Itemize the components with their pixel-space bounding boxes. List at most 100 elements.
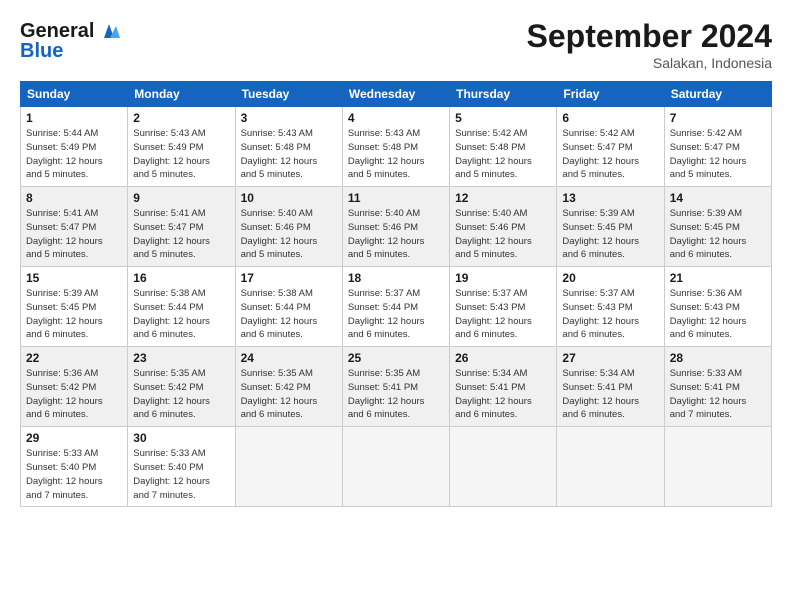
day-number: 17: [241, 271, 337, 285]
day-info-line: Daylight: 12 hours: [241, 155, 337, 169]
calendar-week-row: 8 Sunrise: 5:41 AMSunset: 5:47 PMDaylight…: [21, 187, 772, 267]
day-info-line: Sunset: 5:48 PM: [348, 141, 444, 155]
day-number: 19: [455, 271, 551, 285]
calendar-day-cell: 21Sunrise: 5:36 AMSunset: 5:43 PMDayligh…: [664, 267, 771, 347]
calendar-day-cell: 4Sunrise: 5:43 AMSunset: 5:48 PMDaylight…: [342, 107, 449, 187]
day-info-line: Sunrise: 5:36 AM: [26, 367, 122, 381]
day-info-line: Sunset: 5:46 PM: [455, 221, 551, 235]
day-info-line: Sunrise: 5:40 AM: [455, 207, 551, 221]
day-info-line: Daylight: 12 hours: [670, 395, 766, 409]
day-info-line: Daylight: 12 hours: [133, 315, 229, 329]
day-info-line: Sunrise: 5:39 AM: [670, 207, 766, 221]
calendar-day-cell: 23Sunrise: 5:35 AMSunset: 5:42 PMDayligh…: [128, 347, 235, 427]
day-info-line: Sunset: 5:41 PM: [562, 381, 658, 395]
day-info-line: and 5 minutes.: [670, 168, 766, 182]
day-info: Sunrise: 5:39 AMSunset: 5:45 PMDaylight:…: [670, 207, 766, 262]
day-info-line: Daylight: 12 hours: [241, 235, 337, 249]
day-info-line: Sunset: 5:49 PM: [26, 141, 122, 155]
day-info-line: Sunset: 5:40 PM: [133, 461, 229, 475]
day-info: Sunrise: 5:40 AMSunset: 5:46 PMDaylight:…: [455, 207, 551, 262]
day-info-line: Sunrise: 5:41 AM: [133, 207, 229, 221]
calendar-day-cell: 11Sunrise: 5:40 AMSunset: 5:46 PMDayligh…: [342, 187, 449, 267]
day-number: 8: [26, 191, 122, 205]
day-info-line: Sunset: 5:42 PM: [241, 381, 337, 395]
day-info: Sunrise: 5:35 AMSunset: 5:42 PMDaylight:…: [241, 367, 337, 422]
day-info-line: Daylight: 12 hours: [241, 315, 337, 329]
day-info: Sunrise: 5:43 AMSunset: 5:48 PMDaylight:…: [241, 127, 337, 182]
day-info-line: Daylight: 12 hours: [455, 155, 551, 169]
day-number: 27: [562, 351, 658, 365]
location: Salakan, Indonesia: [527, 55, 772, 71]
day-info-line: Sunset: 5:45 PM: [670, 221, 766, 235]
day-number: 22: [26, 351, 122, 365]
day-info-line: Daylight: 12 hours: [26, 315, 122, 329]
day-number: 28: [670, 351, 766, 365]
calendar-day-cell: 5 Sunrise: 5:42 AMSunset: 5:48 PMDaylight…: [450, 107, 557, 187]
day-info-line: Sunrise: 5:38 AM: [133, 287, 229, 301]
calendar-day-cell: 12 Sunrise: 5:40 AMSunset: 5:46 PMDayligh…: [450, 187, 557, 267]
day-info-line: and 6 minutes.: [562, 328, 658, 342]
day-number: 18: [348, 271, 444, 285]
calendar-day-cell: 9Sunrise: 5:41 AMSunset: 5:47 PMDaylight…: [128, 187, 235, 267]
calendar-day-cell: 17Sunrise: 5:38 AMSunset: 5:44 PMDayligh…: [235, 267, 342, 347]
day-info: Sunrise: 5:33 AMSunset: 5:40 PMDaylight:…: [133, 447, 229, 502]
day-info-line: and 6 minutes.: [133, 328, 229, 342]
day-info: Sunrise: 5:34 AMSunset: 5:41 PMDaylight:…: [562, 367, 658, 422]
day-info-line: Daylight: 12 hours: [133, 155, 229, 169]
day-info-line: and 5 minutes.: [241, 168, 337, 182]
day-info-line: Sunset: 5:48 PM: [455, 141, 551, 155]
day-info-line: and 6 minutes.: [26, 328, 122, 342]
col-header-monday: Monday: [128, 82, 235, 107]
day-number: 10: [241, 191, 337, 205]
day-info-line: Sunrise: 5:43 AM: [348, 127, 444, 141]
day-number: 23: [133, 351, 229, 365]
day-number: 20: [562, 271, 658, 285]
calendar-day-cell: 24Sunrise: 5:35 AMSunset: 5:42 PMDayligh…: [235, 347, 342, 427]
day-info-line: Sunrise: 5:38 AM: [241, 287, 337, 301]
day-info-line: Sunset: 5:46 PM: [348, 221, 444, 235]
day-info-line: Sunrise: 5:44 AM: [26, 127, 122, 141]
day-info-line: Daylight: 12 hours: [348, 155, 444, 169]
day-info-line: and 6 minutes.: [562, 248, 658, 262]
day-info: Sunrise: 5:36 AMSunset: 5:42 PMDaylight:…: [26, 367, 122, 422]
day-info-line: Sunrise: 5:39 AM: [562, 207, 658, 221]
day-info-line: and 6 minutes.: [562, 408, 658, 422]
day-info-line: and 6 minutes.: [455, 408, 551, 422]
day-info-line: Sunset: 5:45 PM: [562, 221, 658, 235]
day-info-line: and 7 minutes.: [26, 489, 122, 503]
day-info-line: Daylight: 12 hours: [562, 395, 658, 409]
day-info-line: Daylight: 12 hours: [26, 475, 122, 489]
calendar-day-cell: 30Sunrise: 5:33 AMSunset: 5:40 PMDayligh…: [128, 427, 235, 507]
day-info-line: Sunrise: 5:42 AM: [455, 127, 551, 141]
day-info-line: Sunrise: 5:40 AM: [241, 207, 337, 221]
day-info-line: Sunset: 5:44 PM: [133, 301, 229, 315]
day-number: 5: [455, 111, 551, 125]
day-info: Sunrise: 5:41 AMSunset: 5:47 PMDaylight:…: [133, 207, 229, 262]
logo-icon: [96, 18, 122, 44]
day-number: 12: [455, 191, 551, 205]
day-info: Sunrise: 5:40 AMSunset: 5:46 PMDaylight:…: [348, 207, 444, 262]
day-info: Sunrise: 5:33 AMSunset: 5:40 PMDaylight:…: [26, 447, 122, 502]
day-info: Sunrise: 5:44 AMSunset: 5:49 PMDaylight:…: [26, 127, 122, 182]
day-info-line: Sunrise: 5:40 AM: [348, 207, 444, 221]
day-info-line: Daylight: 12 hours: [455, 235, 551, 249]
day-info-line: Sunset: 5:47 PM: [670, 141, 766, 155]
calendar-day-cell: 27 Sunrise: 5:34 AMSunset: 5:41 PMDayligh…: [557, 347, 664, 427]
day-info-line: Sunset: 5:46 PM: [241, 221, 337, 235]
day-info-line: Sunrise: 5:33 AM: [26, 447, 122, 461]
day-info-line: Daylight: 12 hours: [241, 395, 337, 409]
day-info: Sunrise: 5:39 AMSunset: 5:45 PMDaylight:…: [562, 207, 658, 262]
day-info-line: Sunrise: 5:33 AM: [133, 447, 229, 461]
day-number: 7: [670, 111, 766, 125]
day-info-line: Sunrise: 5:35 AM: [133, 367, 229, 381]
day-info-line: and 6 minutes.: [348, 328, 444, 342]
col-header-tuesday: Tuesday: [235, 82, 342, 107]
calendar-day-cell: 15Sunrise: 5:39 AMSunset: 5:45 PMDayligh…: [21, 267, 128, 347]
calendar-day-cell: 22 Sunrise: 5:36 AMSunset: 5:42 PMDayligh…: [21, 347, 128, 427]
day-number: 2: [133, 111, 229, 125]
day-info-line: and 6 minutes.: [455, 328, 551, 342]
day-info-line: Daylight: 12 hours: [670, 315, 766, 329]
day-info: Sunrise: 5:40 AMSunset: 5:46 PMDaylight:…: [241, 207, 337, 262]
col-header-wednesday: Wednesday: [342, 82, 449, 107]
day-info-line: Sunset: 5:43 PM: [562, 301, 658, 315]
